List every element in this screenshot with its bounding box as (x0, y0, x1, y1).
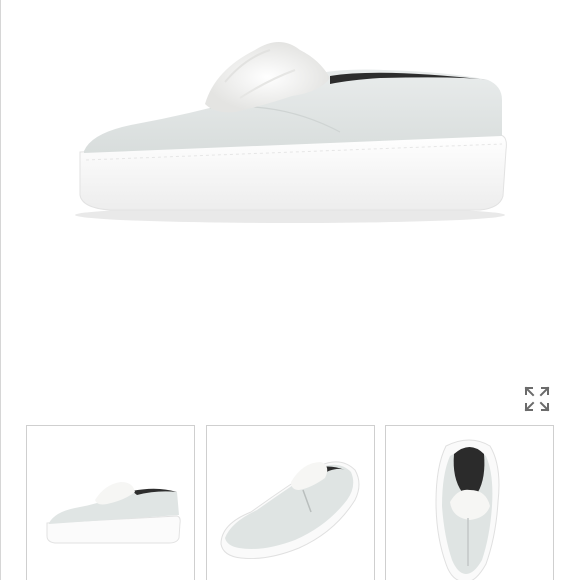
main-product-image[interactable] (40, 20, 540, 280)
sneaker-top-thumbnail-image (435, 439, 500, 580)
divider (0, 0, 1, 580)
thumbnail-top-view[interactable] (385, 425, 554, 580)
thumbnail-side-view[interactable] (26, 425, 195, 580)
sneaker-front-thumbnail-image (220, 461, 360, 559)
sneaker-illustration (75, 42, 507, 223)
thumbnail-front-angle-view[interactable] (206, 425, 375, 580)
expand-arrows-icon (524, 386, 550, 412)
expand-image-button[interactable] (522, 384, 552, 414)
sneaker-side-thumbnail-image (46, 482, 181, 544)
product-gallery (0, 0, 580, 580)
